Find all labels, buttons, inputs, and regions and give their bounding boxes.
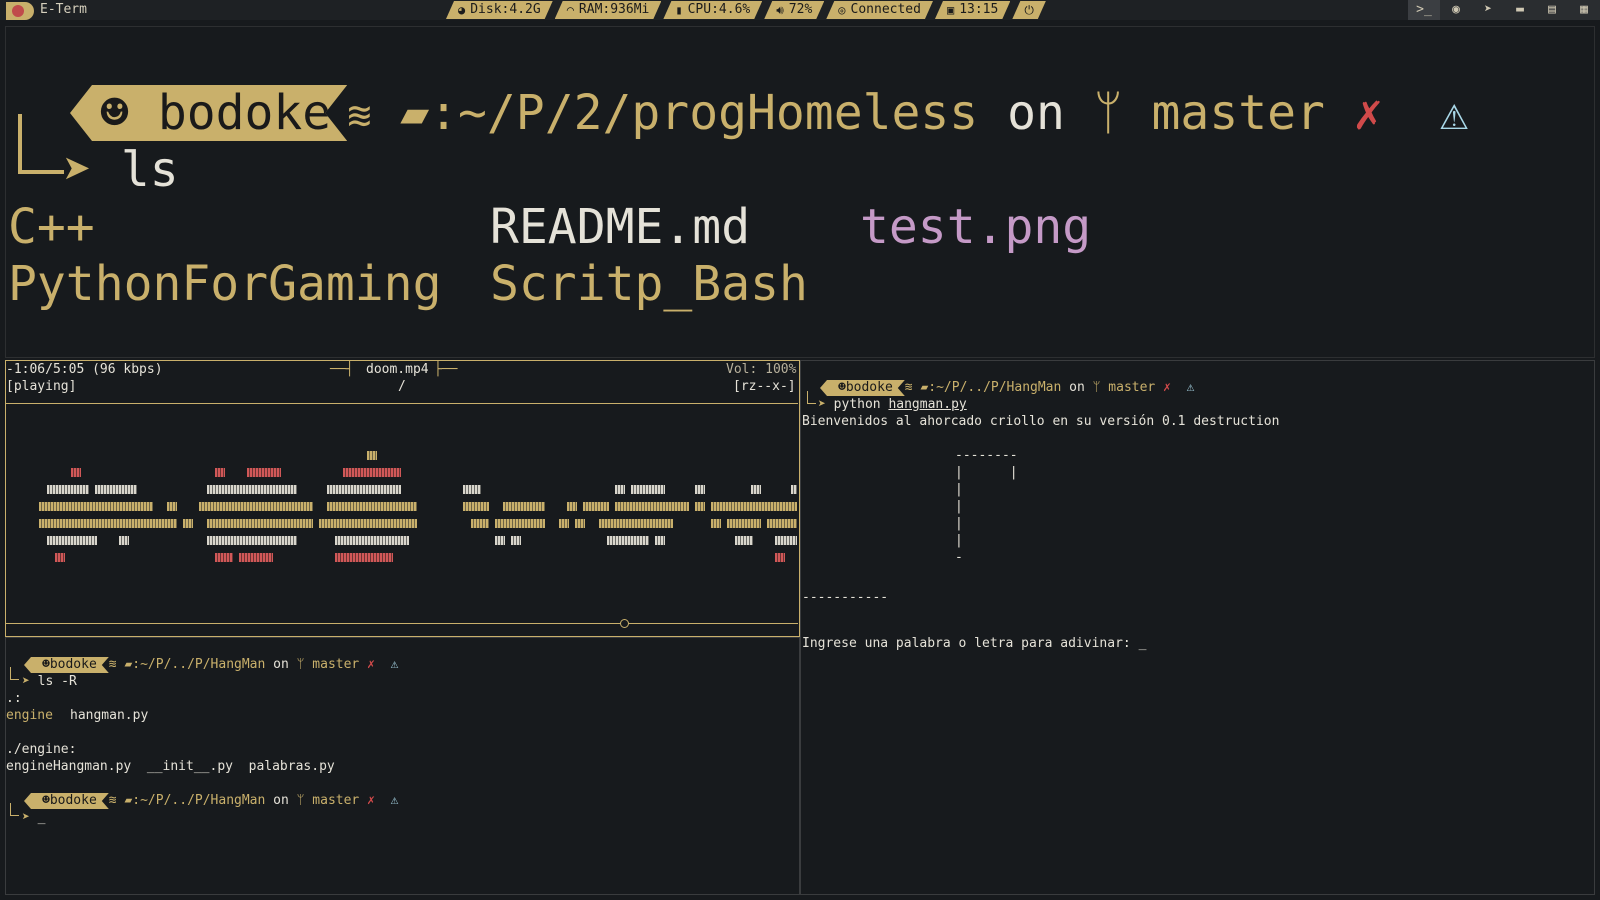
prompt-arrow-icon: ➤ [22, 810, 30, 825]
input-prompt[interactable]: Ingrese una palabra o letra para adivina… [802, 635, 1146, 652]
top-bar: E-Term ◕ Disk:4.2G ◠ RAM:936Mi ▮ CPU:4.6% 🔊… [0, 0, 1600, 20]
telegram-icon[interactable]: ➤ [1472, 0, 1504, 20]
wifi-icon: ◎ [838, 3, 846, 17]
flame-icon: ≋ [108, 657, 117, 672]
flame-icon: ≋ [347, 93, 372, 139]
volume-icon: 🔊︎ [776, 3, 784, 17]
volume-level: Vol: 100% [726, 362, 797, 377]
player-header-divider [6, 403, 798, 404]
user-badge: ☻ bodoke [70, 85, 347, 141]
flame-icon: ≋ [904, 380, 913, 395]
cursor: _ [1138, 636, 1147, 651]
git-branch-icon: ᛘ [296, 793, 305, 808]
flame-icon: ≋ [108, 793, 117, 808]
main-command-line: ➤ ls [63, 142, 179, 198]
ls-entry: test.png [860, 199, 1092, 255]
power-icon: ⏻ [1024, 3, 1034, 17]
video-player-pane[interactable] [5, 360, 800, 637]
user-badge: ☻bodoke [24, 657, 109, 673]
dirty-mark: ✗ [1353, 85, 1383, 141]
calendar-icon: ▣ [946, 3, 955, 17]
ls-entry: README.md [490, 199, 751, 255]
user-icon: ☻ [42, 657, 50, 672]
folder-open-icon: ▰ [400, 85, 430, 141]
power-button[interactable]: ⏻ [1012, 1, 1046, 19]
user-icon: ☻ [100, 85, 129, 141]
main-prompt: ☻ bodoke ≋ ▰:~/P/2/progHomeless on ᛘ mast… [70, 84, 1469, 145]
folder-icon[interactable]: ▬ [1504, 0, 1536, 20]
output-file: hangman.py [70, 708, 149, 723]
title-rule-left: ──┤ [330, 362, 354, 377]
ram-gauge-icon: ◠ [566, 3, 574, 17]
git-branch-icon: ᛘ [296, 657, 305, 672]
user-badge: ☻bodoke [24, 793, 109, 809]
prompt-line: ☻bodoke ≋ ▰:~/P/../P/HangMan on ᛘ master … [24, 792, 398, 809]
main-command: ls [120, 142, 179, 198]
output-dir: engine [6, 708, 53, 723]
cpu-status[interactable]: ▮ CPU:4.6% [663, 1, 762, 19]
firefox-icon[interactable]: ◉ [1440, 0, 1472, 20]
seek-knob[interactable] [619, 619, 629, 628]
prompt-corner [18, 114, 64, 174]
ram-status[interactable]: ◠ RAM:936Mi [555, 1, 662, 19]
tray: >_ ◉ ➤ ▬ ▤ ▦ [1408, 0, 1600, 20]
user-icon: ☻ [838, 380, 846, 395]
git-branch-icon: ᛘ [1092, 380, 1101, 395]
ls-entry: C++ [8, 199, 95, 255]
prompt-path: :~/P/2/progHomeless [429, 85, 979, 141]
warning-icon: ⚠ [390, 657, 399, 672]
ls-entry: PythonForGaming [8, 256, 442, 312]
word-placeholder: ----------- [802, 590, 889, 605]
clock-status[interactable]: ▣ 13:15 [935, 1, 1010, 19]
prompt-line: ☻bodoke ≋ ▰:~/P/../P/HangMan on ᛘ master … [820, 379, 1194, 396]
terminal-pane-bottom-right[interactable] [800, 360, 1595, 895]
command-line: ➤ python hangman.py [818, 397, 967, 412]
user-icon: ☻ [42, 793, 50, 808]
prompt-arrow-icon: ➤ [818, 397, 826, 412]
output-line: ./engine: [6, 742, 77, 757]
output-line: .: [6, 691, 22, 706]
document-icon[interactable]: ▤ [1536, 0, 1568, 20]
seek-track-remaining [627, 623, 798, 624]
warning-icon: ⚠ [390, 793, 399, 808]
disk-status[interactable]: ◕ Disk:4.2G [446, 1, 553, 19]
app-launcher[interactable]: E-Term [6, 0, 87, 20]
command-line: ➤ ls -R [22, 674, 77, 689]
prompt-corner [10, 667, 19, 680]
disk-icon: ◕ [458, 3, 466, 17]
output-line: engineHangman.py __init__.py palabras.py [6, 759, 335, 774]
command-line[interactable]: ➤ _ [22, 809, 45, 826]
git-branch: master [1151, 85, 1325, 141]
player-flags: [rz--x-] [733, 379, 796, 394]
app-logo-icon [6, 2, 34, 20]
cpu-icon: ▮ [675, 3, 683, 17]
network-status[interactable]: ◎ Connected [826, 1, 933, 19]
app-title: E-Term [40, 2, 87, 17]
script-filename[interactable]: hangman.py [888, 397, 966, 412]
prompt-arrow-icon: ➤ [63, 142, 92, 198]
prompt-corner [10, 803, 19, 816]
status-bar: ◕ Disk:4.2G ◠ RAM:936Mi ▮ CPU:4.6% 🔊︎ 72% ◎ C… [446, 0, 1048, 20]
playback-state: [playing] [6, 379, 77, 394]
prompt-line: ☻bodoke ≋ ▰:~/P/../P/HangMan on ᛘ master … [24, 656, 398, 673]
playback-time: -1:06/5:05 (96 kbps) [6, 362, 163, 377]
user-badge: ☻bodoke [820, 380, 905, 396]
terminal-icon[interactable]: >_ [1408, 0, 1440, 20]
git-branch-icon: ᛘ [1093, 85, 1123, 141]
warning-icon: ⚠ [1186, 380, 1195, 395]
warning-icon: ⚠ [1439, 85, 1469, 141]
film-icon[interactable]: ▦ [1568, 0, 1600, 20]
prompt-arrow-icon: ➤ [22, 674, 30, 689]
prompt-corner [807, 391, 816, 404]
spinner: / [398, 379, 406, 394]
volume-status[interactable]: 🔊︎ 72% [764, 1, 824, 19]
welcome-text: Bienvenidos al ahorcado criollo en su ve… [802, 414, 1280, 429]
hangman-gallows: -------- | | | | | | - [955, 448, 1018, 565]
title-rule-right: ├── [434, 362, 458, 377]
ls-entry: Scritp_Bash [490, 256, 808, 312]
cursor: _ [37, 810, 46, 825]
video-title: doom.mp4 [366, 362, 429, 377]
